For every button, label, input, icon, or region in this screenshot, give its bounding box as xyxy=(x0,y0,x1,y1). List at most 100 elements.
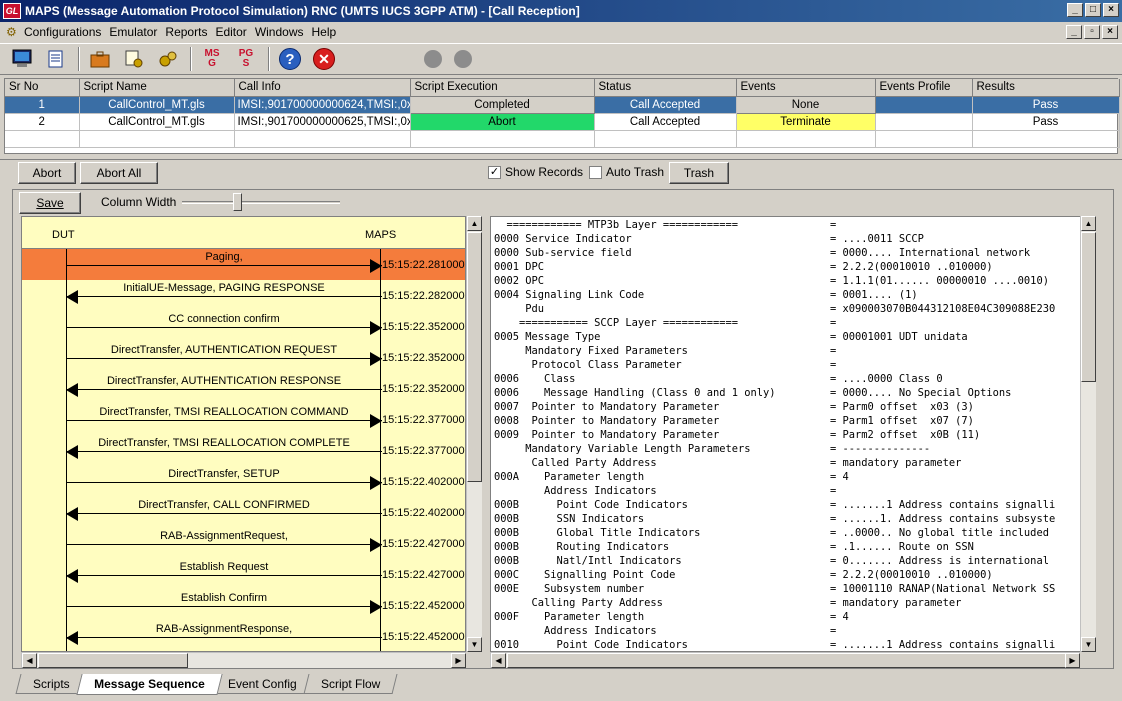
decode-line[interactable]: 000B SSN Indicators = ......1. Address co… xyxy=(491,512,1094,526)
scroll-left-icon[interactable]: ◀ xyxy=(22,653,37,668)
maximize-button[interactable]: □ xyxy=(1085,3,1101,17)
sequence-message[interactable]: DirectTransfer, AUTHENTICATION REQUEST 15… xyxy=(22,342,465,373)
decode-line[interactable]: 000A Parameter length = 4 xyxy=(491,470,1094,484)
col-status[interactable]: Status xyxy=(594,79,737,97)
decode-line[interactable]: Called Party Address = mandatory paramete… xyxy=(491,456,1094,470)
sequence-message[interactable]: DirectTransfer, TMSI REALLOCATION COMMAN… xyxy=(22,404,465,435)
decode-line[interactable]: 000B Global Title Indicators = ..0000.. N… xyxy=(491,526,1094,540)
column-width-slider[interactable] xyxy=(182,201,340,204)
cell-exec[interactable]: Completed xyxy=(409,95,595,114)
decode-line[interactable]: 0004 Signaling Link Code = 0001.... (1) xyxy=(491,288,1094,302)
decode-line[interactable]: 0002 OPC = 1.1.1(01...... 00000010 ....00… xyxy=(491,274,1094,288)
decode-line[interactable]: 0007 Pointer to Mandatory Parameter = Par… xyxy=(491,400,1094,414)
sequence-message[interactable]: RAB-AssignmentRequest, 15:15:22.427000 xyxy=(22,528,465,559)
col-events-profile[interactable]: Events Profile xyxy=(875,79,973,97)
scroll-up-icon[interactable]: ▲ xyxy=(467,216,482,231)
msg-button[interactable]: MS G xyxy=(198,46,226,72)
menu-configurations[interactable]: Configurations xyxy=(24,25,107,39)
sequence-message[interactable]: DirectTransfer, AUTHENTICATION RESPONSE 1… xyxy=(22,373,465,404)
decode-line[interactable]: Address Indicators = xyxy=(491,624,1094,638)
monitor-button[interactable] xyxy=(8,46,36,72)
sequence-message[interactable]: DirectTransfer, SETUP 15:15:22.402000 xyxy=(22,466,465,497)
col-events[interactable]: Events xyxy=(736,79,876,97)
decode-line[interactable]: Address Indicators = xyxy=(491,484,1094,498)
scroll-thumb[interactable] xyxy=(38,653,188,668)
decode-line[interactable]: Protocol Class Parameter = xyxy=(491,358,1094,372)
sequence-vscroll[interactable]: ▲ ▼ xyxy=(466,216,482,652)
show-records-checkbox[interactable]: ✓ Show Records xyxy=(488,165,583,179)
decode-line[interactable]: Pdu = x090003070B044312108E04C309088E230 xyxy=(491,302,1094,316)
scroll-left-icon[interactable]: ◀ xyxy=(491,653,506,668)
decode-line[interactable]: Mandatory Fixed Parameters = xyxy=(491,344,1094,358)
sequence-message[interactable]: Establish Request 15:15:22.427000 xyxy=(22,559,465,590)
script-config-button[interactable] xyxy=(120,46,148,72)
col-results[interactable]: Results xyxy=(972,79,1120,97)
menu-help[interactable]: Help xyxy=(312,25,343,39)
decode-line[interactable]: 0009 Pointer to Mandatory Parameter = Par… xyxy=(491,428,1094,442)
trash-button[interactable]: Trash xyxy=(669,162,729,184)
menu-windows[interactable]: Windows xyxy=(255,25,310,39)
decode-line[interactable]: 0005 Message Type = 00001001 UDT unidata xyxy=(491,330,1094,344)
abort-all-button[interactable]: Abort All xyxy=(80,162,158,184)
sequence-message[interactable]: DirectTransfer, CALL CONFIRMED 15:15:22.4… xyxy=(22,497,465,528)
table-row[interactable]: 2 CallControl_MT.gls IMSI:,9017000000006… xyxy=(5,112,1120,131)
decode-line[interactable]: 0006 Class = ....0000 Class 0 xyxy=(491,372,1094,386)
col-script-execution[interactable]: Script Execution xyxy=(410,79,595,97)
decode-line[interactable]: Mandatory Variable Length Parameters = --… xyxy=(491,442,1094,456)
decode-line[interactable]: 000B Routing Indicators = .1...... Route … xyxy=(491,540,1094,554)
settings-button[interactable] xyxy=(154,46,182,72)
scroll-down-icon[interactable]: ▼ xyxy=(467,637,482,652)
scroll-thumb[interactable] xyxy=(507,653,1067,668)
sequence-hscroll[interactable]: ◀ ▶ xyxy=(21,652,466,668)
slider-thumb[interactable] xyxy=(233,193,242,211)
sequence-message[interactable]: Paging, 15:15:22.281000 xyxy=(22,249,465,280)
tab-event-config[interactable]: Event Config xyxy=(210,674,315,694)
decode-line[interactable]: 0008 Pointer to Mandatory Parameter = Par… xyxy=(491,414,1094,428)
scroll-thumb[interactable] xyxy=(1081,232,1096,382)
decode-line[interactable]: 0000 Service Indicator = ....0011 SCCP xyxy=(491,232,1094,246)
abort-button[interactable]: Abort xyxy=(18,162,76,184)
help-button[interactable]: ? xyxy=(276,46,304,72)
menu-reports[interactable]: Reports xyxy=(165,25,213,39)
decode-line[interactable]: 000F Parameter length = 4 xyxy=(491,610,1094,624)
table-row[interactable]: 1 CallControl_MT.gls IMSI:,9017000000006… xyxy=(5,95,1120,114)
mdi-close-button[interactable]: × xyxy=(1102,25,1118,39)
decode-line[interactable]: 000B Natl/Intl Indicators = 0....... Addr… xyxy=(491,554,1094,568)
sequence-message[interactable]: RAB-AssignmentResponse, 15:15:22.452000 xyxy=(22,621,465,651)
menu-editor[interactable]: Editor xyxy=(215,25,252,39)
mdi-restore-button[interactable]: ▫ xyxy=(1084,25,1100,39)
decode-line[interactable]: 000C Signalling Point Code = 2.2.2(000100… xyxy=(491,568,1094,582)
scroll-down-icon[interactable]: ▼ xyxy=(1081,637,1096,652)
pgs-button[interactable]: PG S xyxy=(232,46,260,72)
col-call-info[interactable]: Call Info xyxy=(234,79,411,97)
mdi-minimize-button[interactable]: _ xyxy=(1066,25,1082,39)
decode-line[interactable]: Calling Party Address = mandatory paramet… xyxy=(491,596,1094,610)
sequence-message[interactable]: CC connection confirm 15:15:22.352000 xyxy=(22,311,465,342)
splitter[interactable] xyxy=(0,156,1122,160)
decode-line[interactable]: 000E Subsystem number = 10001110 RANAP(Na… xyxy=(491,582,1094,596)
scroll-right-icon[interactable]: ▶ xyxy=(451,653,466,668)
decode-line[interactable]: 0001 DPC = 2.2.2(00010010 ..010000) xyxy=(491,260,1094,274)
decode-line[interactable]: 0010 Point Code Indicators = .......1 Add… xyxy=(491,638,1094,651)
col-sr-no[interactable]: Sr No xyxy=(5,79,80,97)
decode-line[interactable]: 0006 Message Handling (Class 0 and 1 onl… xyxy=(491,386,1094,400)
scroll-right-icon[interactable]: ▶ xyxy=(1065,653,1080,668)
close-button[interactable]: × xyxy=(1103,3,1119,17)
scroll-up-icon[interactable]: ▲ xyxy=(1081,216,1096,231)
decode-line[interactable]: =========== SCCP Layer ============ = xyxy=(491,316,1094,330)
decode-line[interactable]: ============ MTP3b Layer ============ = xyxy=(491,218,1094,232)
mdi-document-icon[interactable]: ⚙ xyxy=(6,25,20,39)
cell-exec[interactable]: Abort xyxy=(410,113,595,131)
menu-emulator[interactable]: Emulator xyxy=(109,25,163,39)
decode-vscroll[interactable]: ▲ ▼ xyxy=(1080,216,1096,652)
decode-hscroll[interactable]: ◀ ▶ xyxy=(490,652,1080,668)
stop-button[interactable]: ✕ xyxy=(310,46,338,72)
notes-button[interactable] xyxy=(42,46,70,72)
decode-line[interactable]: 000B Point Code Indicators = .......1 Add… xyxy=(491,498,1094,512)
briefcase-button[interactable] xyxy=(86,46,114,72)
tab-message-sequence[interactable]: Message Sequence xyxy=(76,674,223,695)
cell-events[interactable]: None xyxy=(735,95,876,114)
col-script-name[interactable]: Script Name xyxy=(79,79,235,97)
sequence-message[interactable]: Establish Confirm 15:15:22.452000 xyxy=(22,590,465,621)
auto-trash-checkbox[interactable]: Auto Trash xyxy=(589,165,664,179)
